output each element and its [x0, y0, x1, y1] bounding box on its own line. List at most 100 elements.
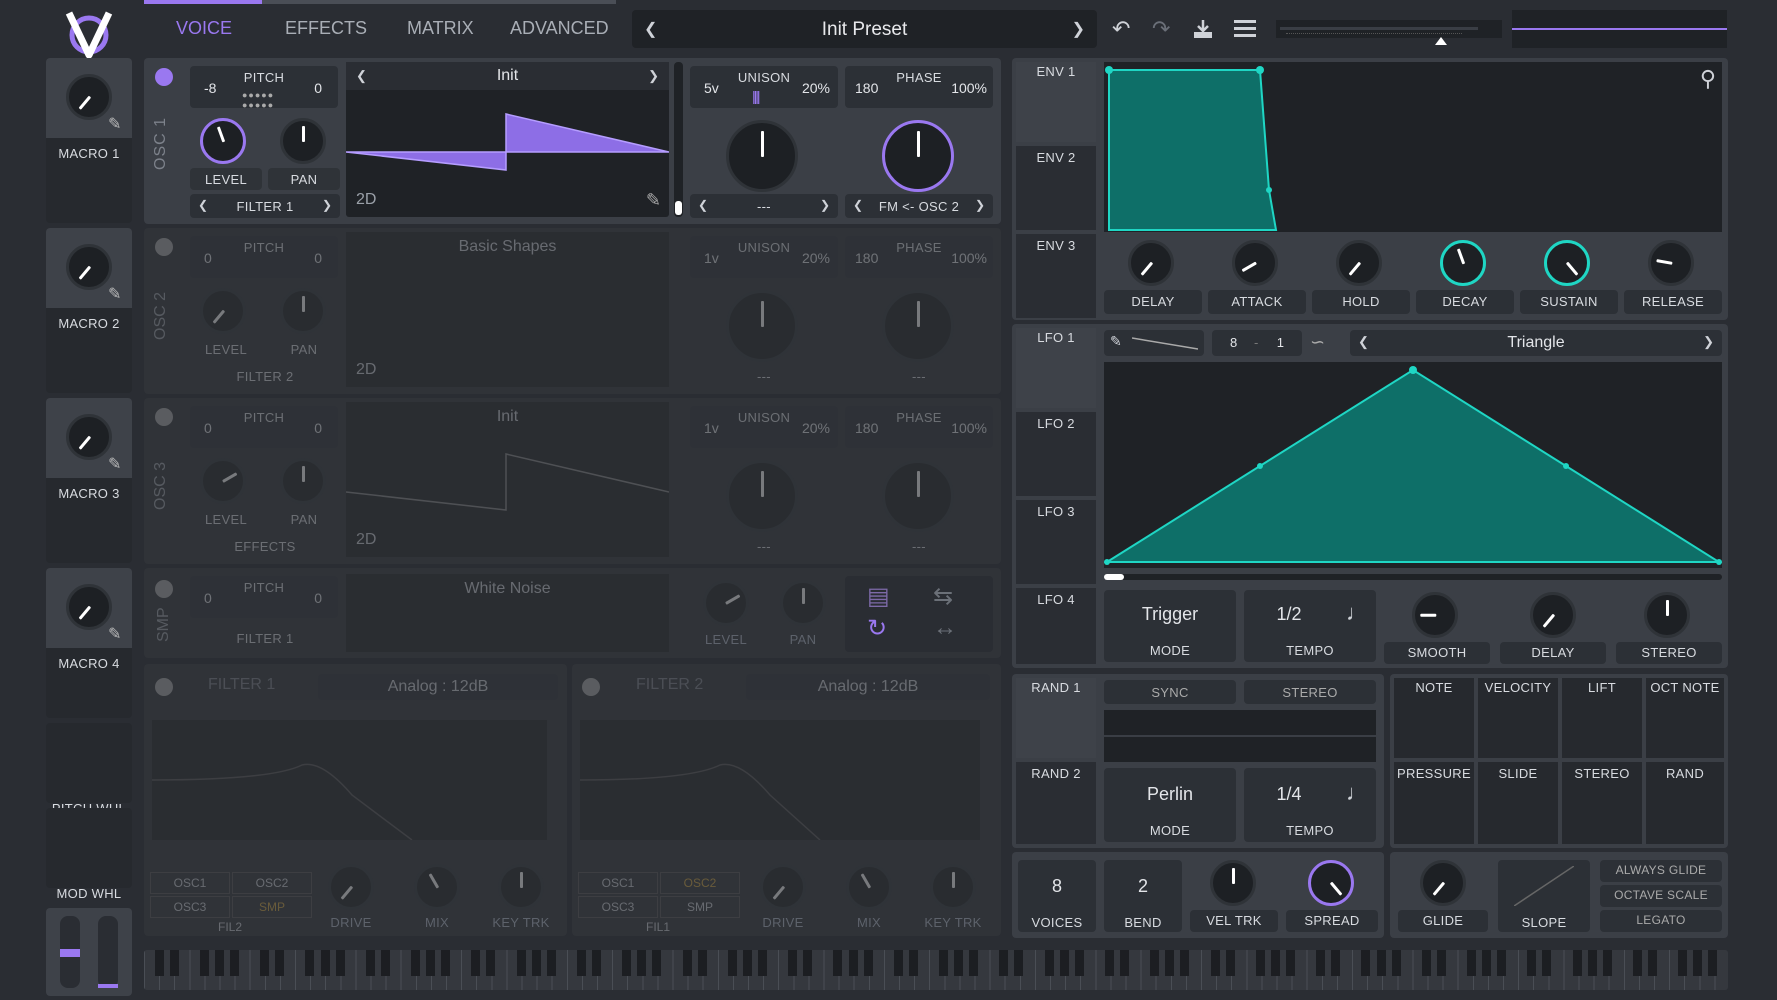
filter-2-drive-knob[interactable] [760, 864, 806, 910]
lfo-2-tab[interactable]: LFO 2 [1016, 412, 1096, 496]
tab-advanced[interactable]: ADVANCED [510, 18, 609, 39]
env-3-tab[interactable]: ENV 3 [1016, 234, 1096, 318]
filter-1-type[interactable]: Analog : 12dB [318, 674, 558, 700]
osc-3-unison-knob[interactable] [726, 460, 798, 532]
env-2-tab[interactable]: ENV 2 [1016, 146, 1096, 230]
osc-3-wavetable[interactable]: Init 2D [346, 402, 669, 557]
black-key[interactable] [1331, 950, 1341, 976]
lfo-tempo-value[interactable]: 1/2 [1244, 604, 1334, 625]
smp-level-knob[interactable] [703, 580, 749, 626]
osc-1-wavetable[interactable]: ❮ Init ❯ 2D ✎ [346, 62, 669, 217]
osc-1-level-knob[interactable] [200, 118, 246, 164]
filter-1-type-name[interactable]: Analog : 12dB [318, 674, 558, 696]
mod-source-oct-note[interactable]: OCT NOTE [1646, 678, 1724, 758]
black-key[interactable] [1587, 950, 1597, 976]
osc-3-unison[interactable]: 1v UNISON 20% [690, 406, 838, 448]
osc-2-route-label[interactable]: FILTER 2 [190, 369, 340, 384]
bend-control[interactable]: 2 BEND [1104, 860, 1182, 932]
osc-2-unison-knob[interactable] [726, 290, 798, 362]
lfo-mode-value[interactable]: Trigger [1104, 590, 1236, 625]
rand-mode-value[interactable]: Perlin [1104, 768, 1236, 805]
filter-2-power-toggle[interactable] [582, 678, 600, 696]
edit-pencil-icon[interactable]: ✎ [108, 284, 121, 304]
undo-icon[interactable]: ↶ [1112, 16, 1130, 42]
filter-2-type[interactable]: Analog : 12dB [746, 674, 990, 700]
black-key[interactable] [1120, 950, 1130, 976]
black-key[interactable] [1210, 950, 1220, 976]
black-key[interactable] [803, 950, 813, 976]
octave-scale-toggle[interactable]: OCTAVE SCALE [1600, 885, 1722, 907]
osc-3-unison-detune[interactable]: 20% [802, 420, 830, 436]
osc-3-unison-sel[interactable]: --- [690, 539, 838, 554]
shuffle-icon[interactable]: ⇆ [933, 582, 953, 611]
rand-tempo-value[interactable]: 1/4 [1244, 784, 1334, 805]
osc-1-phase-value[interactable]: 180 [855, 80, 878, 96]
osc-3-phase-knob[interactable] [882, 460, 954, 532]
preset-next-button[interactable]: ❯ [1072, 19, 1085, 39]
smp-tune[interactable]: 0 [314, 590, 322, 606]
filter-1-src-osc3[interactable]: OSC3 [150, 896, 230, 918]
osc-2-unison-detune[interactable]: 20% [802, 250, 830, 266]
osc-3-tune[interactable]: 0 [314, 420, 322, 436]
filter-1-src-osc2[interactable]: OSC2 [232, 872, 312, 894]
lfo-grid-y[interactable]: 1 [1277, 335, 1284, 350]
smp-pitch[interactable]: 0 PITCH 0 [190, 576, 338, 618]
macro-1-knob[interactable] [66, 74, 112, 120]
smp-pan-knob[interactable] [780, 580, 826, 626]
osc-1-phase-selector[interactable]: ❮ FM <- OSC 2 ❯ [845, 194, 993, 218]
pitch-wheel[interactable] [60, 916, 80, 988]
mod-source-velocity[interactable]: VELOCITY [1478, 678, 1558, 758]
black-key[interactable] [908, 950, 918, 976]
lfo-graph[interactable] [1104, 362, 1722, 568]
black-key[interactable] [1678, 950, 1688, 976]
black-key[interactable] [154, 950, 164, 976]
black-key[interactable] [1648, 950, 1658, 976]
smp-sample[interactable]: White Noise [346, 574, 669, 652]
osc-2-wavetable[interactable]: Basic Shapes 2D [346, 232, 669, 387]
black-key[interactable] [1602, 950, 1612, 976]
black-key[interactable] [546, 950, 556, 976]
vel-trk-knob[interactable] [1210, 860, 1256, 906]
black-key[interactable] [1391, 950, 1401, 976]
black-key[interactable] [169, 950, 179, 976]
osc-3-wavetable-name[interactable]: Init [376, 408, 639, 426]
filter-1-mix-knob[interactable] [414, 864, 460, 910]
osc-2-phase-value[interactable]: 180 [855, 250, 878, 266]
black-key[interactable] [1527, 950, 1537, 976]
osc-1-transpose[interactable]: -8 [204, 80, 216, 96]
loop-icon[interactable]: ↻ [867, 614, 887, 643]
edit-pencil-icon[interactable]: ✎ [646, 190, 661, 211]
lfo-phase-slider[interactable] [1104, 574, 1722, 580]
black-key[interactable] [1255, 950, 1265, 976]
black-key[interactable] [1542, 950, 1552, 976]
filter-2-mix-knob[interactable] [846, 864, 892, 910]
black-key[interactable] [652, 950, 662, 976]
legato-toggle[interactable]: LEGATO [1600, 910, 1722, 932]
osc-1-phase-random[interactable]: 100% [951, 80, 987, 96]
osc-3-phase-sel[interactable]: --- [845, 539, 993, 554]
osc-2-unison[interactable]: 1v UNISON 20% [690, 236, 838, 278]
osc-2-level-knob[interactable] [200, 288, 246, 334]
osc-3-pan-knob[interactable] [280, 458, 326, 504]
env-1-tab[interactable]: ENV 1 [1016, 62, 1096, 142]
smooth-curve-icon[interactable]: ∽ [1310, 332, 1325, 353]
osc-1-pan-knob[interactable] [280, 118, 326, 164]
black-key[interactable] [531, 950, 541, 976]
filter-1-src-smp[interactable]: SMP [232, 896, 312, 918]
black-key[interactable] [592, 950, 602, 976]
filter-1-src-osc1[interactable]: OSC1 [150, 872, 230, 894]
osc-1-power-toggle[interactable] [155, 68, 173, 86]
mod-source-pressure[interactable]: PRESSURE [1394, 762, 1474, 844]
smp-transpose[interactable]: 0 [204, 590, 212, 606]
black-key[interactable] [380, 950, 390, 976]
filter-2-src-osc2[interactable]: OSC2 [660, 872, 740, 894]
note-icon[interactable]: ♩ [1346, 780, 1368, 806]
black-key[interactable] [727, 950, 737, 976]
black-key[interactable] [1693, 950, 1703, 976]
black-key[interactable] [682, 950, 692, 976]
filter-1-keytrk-knob[interactable] [498, 864, 544, 910]
osc-3-route-label[interactable]: EFFECTS [190, 539, 340, 554]
osc-3-pitch[interactable]: 0 PITCH 0 [190, 406, 338, 448]
edit-pencil-icon[interactable]: ✎ [108, 114, 121, 134]
black-key[interactable] [1270, 950, 1280, 976]
